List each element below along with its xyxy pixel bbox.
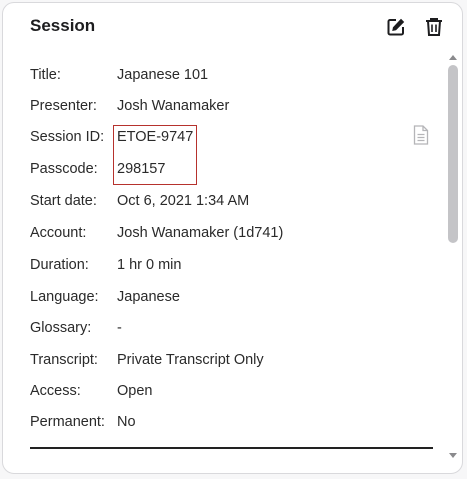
field-value: Open (117, 383, 153, 399)
edit-icon (387, 18, 405, 36)
scrollbar-thumb[interactable] (448, 65, 458, 243)
field-value: Oct 6, 2021 1:34 AM (117, 193, 250, 209)
section-divider (30, 447, 433, 449)
field-value: Japanese 101 (117, 67, 209, 83)
scroll-up-arrow-icon[interactable] (448, 53, 458, 61)
panel-title: Session (30, 16, 96, 35)
field-label: Passcode: (30, 161, 98, 177)
vertical-scrollbar[interactable] (446, 53, 460, 463)
scroll-down-arrow-icon[interactable] (448, 451, 458, 459)
field-label: Access: (30, 383, 81, 399)
field-value: Josh Wanamaker (1d741) (117, 225, 284, 241)
field-label: Account: (30, 225, 87, 241)
field-label: Permanent: (30, 414, 105, 430)
field-label: Title: (30, 67, 61, 83)
panel-header: Session (3, 3, 462, 53)
field-value: - (117, 320, 122, 336)
field-label: Session ID: (30, 129, 105, 145)
field-label: Presenter: (30, 98, 97, 114)
field-label: Transcript: (30, 352, 98, 368)
field-label: Duration: (30, 257, 89, 273)
edit-button[interactable] (385, 16, 407, 38)
field-value: 1 hr 0 min (117, 257, 182, 273)
field-value: Josh Wanamaker (117, 98, 230, 114)
trash-icon (426, 18, 442, 36)
field-label: Language: (30, 289, 99, 305)
session-details: Title: Japanese 101 Presenter: Josh Wana… (3, 53, 443, 463)
delete-button[interactable] (423, 16, 445, 38)
field-value: Japanese (117, 289, 180, 305)
document-icon[interactable] (413, 125, 429, 145)
field-label: Glossary: (30, 320, 92, 336)
field-value: No (117, 414, 136, 430)
session-panel: Session Title: Japanese 101 Presenter: J… (2, 2, 463, 474)
field-label: Start date: (30, 193, 97, 209)
credentials-highlight-box (113, 125, 197, 185)
field-value: Private Transcript Only (117, 352, 264, 368)
